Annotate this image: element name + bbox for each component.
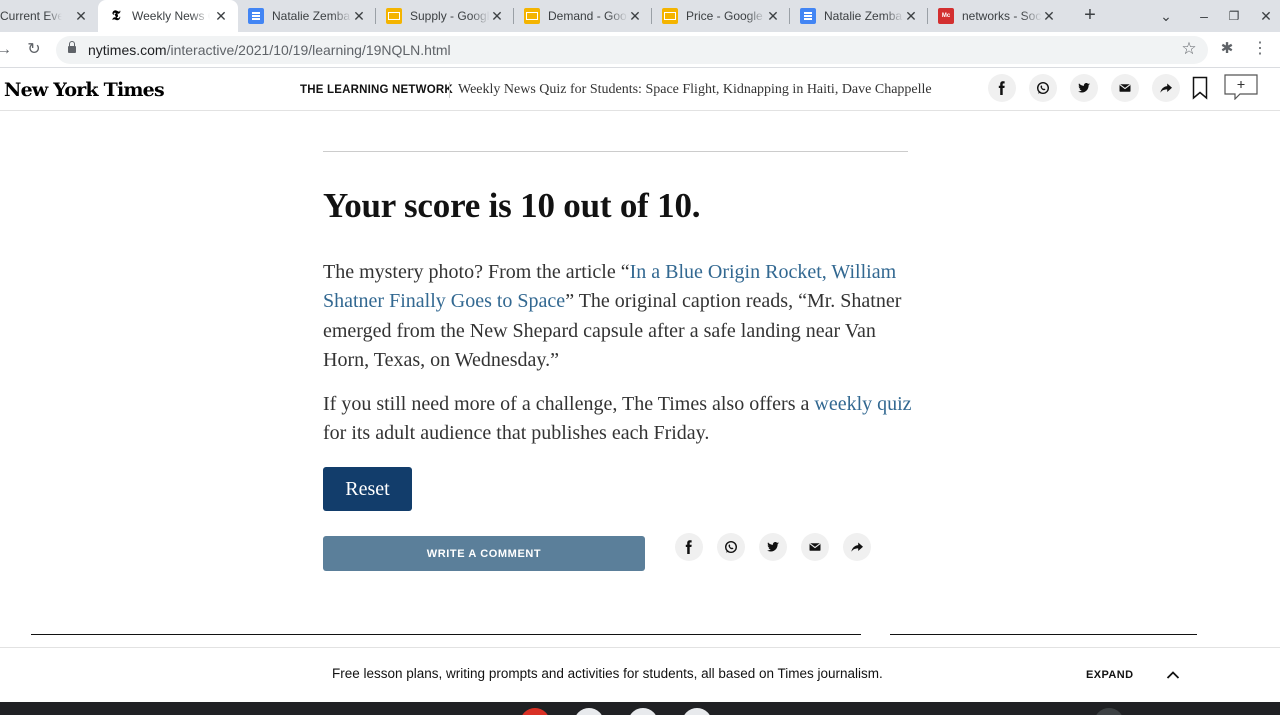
tab-networks[interactable]: Mc networks - Soc ✕ [928,0,1066,32]
paragraph-text: The mystery photo? From the article “ [323,261,630,283]
docs-icon [248,8,264,24]
address-bar[interactable]: nytimes.com/interactive/2021/10/19/learn… [56,36,1208,64]
browser-tab-strip: T Current Event ✕ 𝕿 Weekly News Quiz ✕ N… [0,0,1280,32]
tab-title: Weekly News Quiz [132,9,210,23]
add-comment-icon[interactable] [1224,74,1258,100]
close-icon[interactable]: ✕ [904,9,918,23]
mail-icon [1119,84,1131,92]
paragraph-text: If you still need more of a challenge, T… [323,393,815,415]
challenge-paragraph: If you still need more of a challenge, T… [323,390,913,449]
close-icon[interactable]: ✕ [1042,9,1056,23]
extensions-puzzle-icon[interactable]: ✱ [1218,40,1236,58]
window-close-icon[interactable]: ✕ [1256,6,1276,26]
browser-menu-icon[interactable]: ⋮ [1252,40,1268,58]
tab-natalie-zemba-doc[interactable]: Natalie Zemba ✕ [238,0,376,32]
facebook-share-button-footer[interactable] [675,533,703,561]
whatsapp-share-button-footer[interactable] [717,533,745,561]
mcgraw-hill-icon: Mc [938,8,954,24]
divider-top [323,151,908,152]
bookmark-star-icon[interactable]: ☆ [1180,40,1198,58]
gmail-icon[interactable] [520,708,550,715]
facebook-share-button[interactable] [988,74,1016,102]
close-icon[interactable]: ✕ [766,9,780,23]
section-label[interactable]: THE LEARNING NETWORK [300,84,453,96]
facebook-icon [998,81,1005,95]
minimize-icon[interactable]: – [1194,6,1214,26]
email-share-button[interactable] [1111,74,1139,102]
more-share-button-footer[interactable] [843,533,871,561]
divider-bottom-left [31,634,861,635]
nyt-logo[interactable]: New York Times [4,79,165,101]
tab-title: Current Event [0,9,62,23]
app-icon[interactable] [682,708,712,715]
docs-icon [800,8,816,24]
tab-supply[interactable]: Supply - Google ✕ [376,0,514,32]
launcher-icon[interactable] [1094,708,1124,715]
facebook-icon [685,540,692,554]
nyt-icon: 𝕿 [111,8,121,24]
new-tab-plus-icon[interactable]: + [1080,5,1100,26]
twitter-share-button[interactable] [1070,74,1098,102]
lock-icon[interactable] [68,41,76,54]
forward-arrow-icon[interactable]: → [0,40,14,60]
restore-icon[interactable]: ❐ [1224,6,1244,26]
reset-button[interactable]: Reset [323,467,412,511]
chevron-up-icon[interactable] [1164,666,1182,684]
share-arrow-icon [851,542,863,552]
promo-text: Free lesson plans, writing prompts and a… [332,666,883,681]
twitter-icon [767,542,779,552]
write-comment-button[interactable]: WRITE A COMMENT [323,536,645,571]
tab-title: Natalie Zemba [824,9,903,23]
tab-price[interactable]: Price - Google ✕ [652,0,790,32]
chrome-icon[interactable] [628,708,658,715]
os-taskbar [0,702,1280,715]
tab-title: Supply - Google [410,9,490,23]
score-heading: Your score is 10 out of 10. [323,186,701,225]
docs-icon[interactable] [574,708,604,715]
share-arrow-icon [1160,83,1172,93]
close-icon[interactable]: ✕ [352,9,366,23]
browser-toolbar: → ↻ nytimes.com/interactive/2021/10/19/l… [0,32,1280,68]
tab-title: Price - Google [686,9,763,23]
close-icon[interactable]: ✕ [74,9,88,23]
reload-icon[interactable]: ↻ [24,40,44,60]
header-headline: Weekly News Quiz for Students: Space Fli… [458,82,932,97]
divider-bottom-right [890,634,1197,635]
tab-title: Demand - Goo [548,9,627,23]
tab-title: Natalie Zemba [272,9,351,23]
learning-network-promo-bar: Free lesson plans, writing prompts and a… [0,647,1280,702]
tab-demand[interactable]: Demand - Goo ✕ [514,0,652,32]
url-text: nytimes.com/interactive/2021/10/19/learn… [88,42,451,58]
tab-weekly-news-quiz[interactable]: 𝕿 Weekly News Quiz ✕ [98,0,238,32]
expand-button[interactable]: EXPAND [1086,669,1133,681]
tab-title: networks - Soc [962,9,1042,23]
mail-icon [809,543,821,551]
paragraph-text: for its adult audience that publishes ea… [323,422,710,445]
tab-natalie-zemba-doc-2[interactable]: Natalie Zemba ✕ [790,0,928,32]
tab-current-event[interactable]: T Current Event ✕ [0,0,98,32]
section-divider [449,82,450,98]
close-icon[interactable]: ✕ [490,9,504,23]
close-icon[interactable]: ✕ [628,9,642,23]
tab-search-chevron-icon[interactable]: ⌄ [1156,6,1176,26]
more-share-button[interactable] [1152,74,1180,102]
bookmark-icon[interactable] [1192,76,1208,100]
mystery-photo-paragraph: The mystery photo? From the article “In … [323,258,913,375]
whatsapp-share-button[interactable] [1029,74,1057,102]
slides-icon [662,8,678,24]
email-share-button-footer[interactable] [801,533,829,561]
weekly-quiz-link[interactable]: weekly quiz [814,393,911,415]
nyt-header: New York Times THE LEARNING NETWORK Week… [0,69,1280,111]
slides-icon [524,8,540,24]
twitter-share-button-footer[interactable] [759,533,787,561]
slides-icon [386,8,402,24]
close-icon[interactable]: ✕ [214,9,228,23]
whatsapp-icon [724,540,738,554]
whatsapp-icon [1036,81,1050,95]
twitter-icon [1078,83,1090,93]
